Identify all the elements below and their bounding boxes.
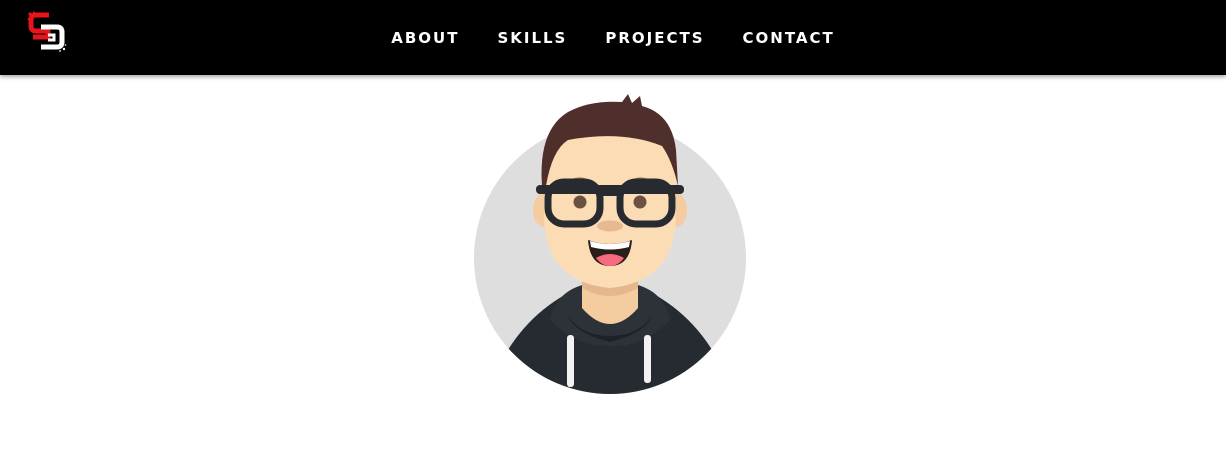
nav-about[interactable]: ABOUT	[391, 29, 459, 47]
navbar: ABOUT SKILLS PROJECTS CONTACT	[0, 0, 1226, 75]
drawstring-left	[567, 335, 574, 387]
nav-skills[interactable]: SKILLS	[497, 29, 567, 47]
nav-contact[interactable]: CONTACT	[743, 29, 835, 47]
avatar	[472, 90, 748, 396]
developer-avatar-illustration	[474, 94, 746, 394]
main-nav: ABOUT SKILLS PROJECTS CONTACT	[0, 0, 1226, 75]
drawstring-right	[644, 335, 651, 383]
nav-projects[interactable]: PROJECTS	[605, 29, 704, 47]
